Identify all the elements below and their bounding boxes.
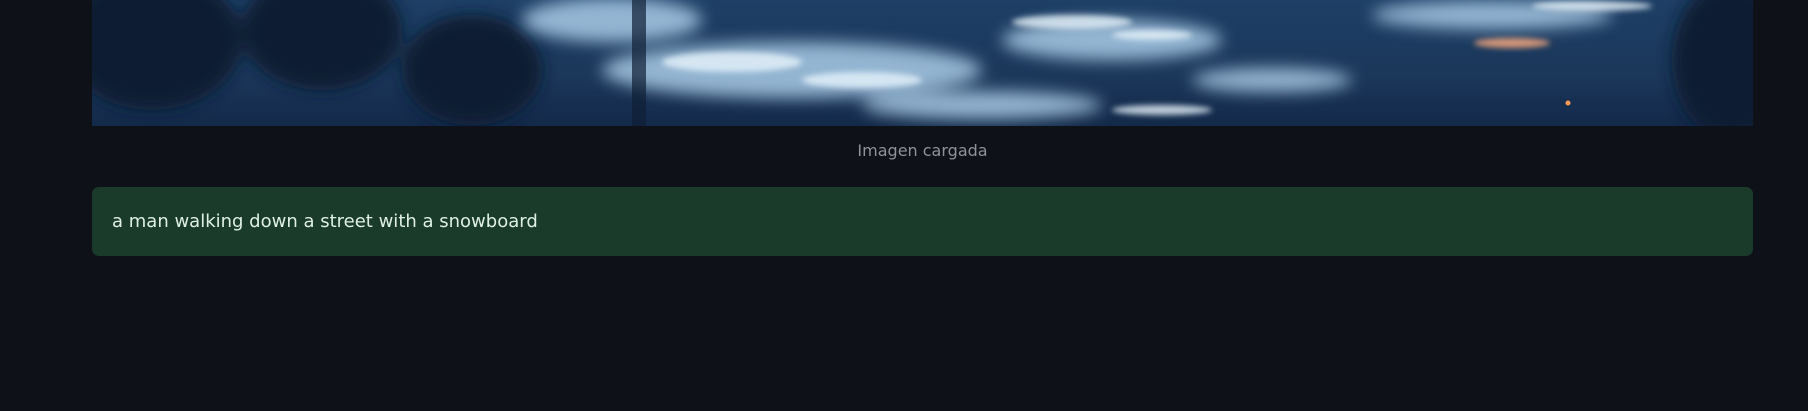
uploaded-image <box>92 0 1753 126</box>
app-root: Imagen cargada a man walking down a stre… <box>0 0 1808 411</box>
generated-caption-text: a man walking down a street with a snowb… <box>112 210 538 232</box>
caption-result-alert: a man walking down a street with a snowb… <box>92 187 1753 256</box>
main-content: Imagen cargada a man walking down a stre… <box>92 0 1753 256</box>
image-caption: Imagen cargada <box>857 141 988 160</box>
